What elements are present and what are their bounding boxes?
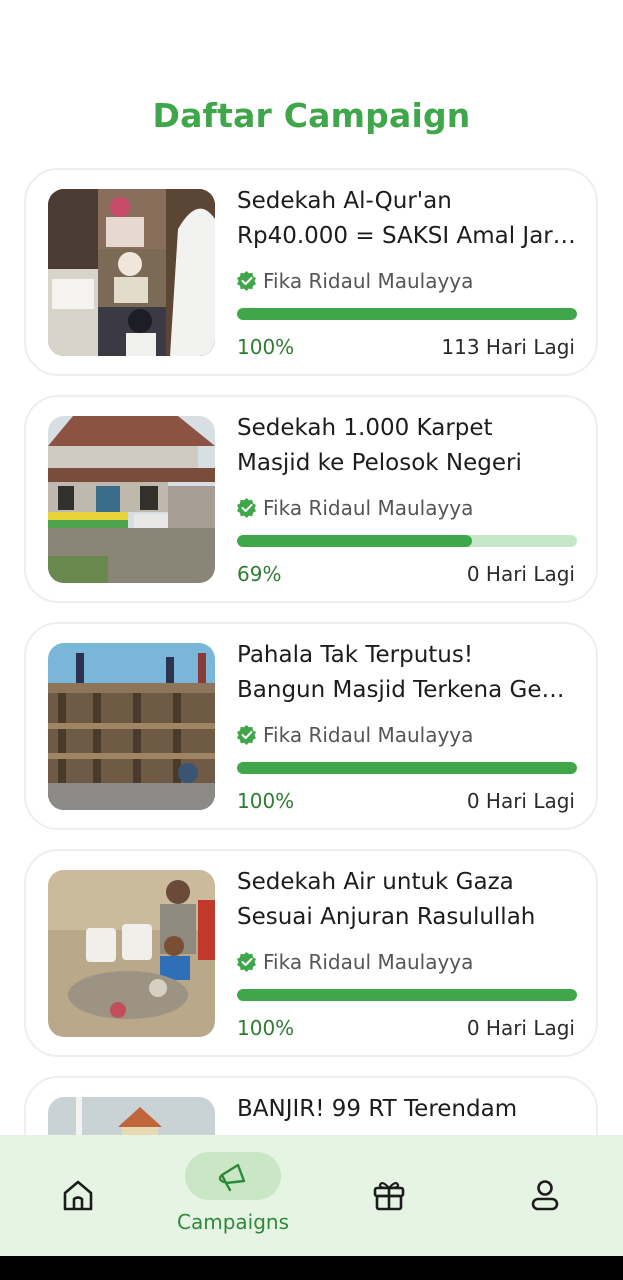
progress-bar [237, 535, 577, 547]
campaign-image [48, 189, 215, 356]
campaign-title-line2: Sesuai Anjuran Rasulullah [237, 904, 536, 930]
nav-donations[interactable] [350, 1135, 428, 1256]
campaign-image [48, 870, 215, 1037]
organizer-row: Fika Ridaul Maulayya [237, 721, 473, 749]
campaign-card[interactable]: Sedekah 1.000 Karpet Masjid ke Pelosok N… [24, 395, 598, 603]
progress-percent: 69% [237, 562, 282, 586]
days-left: 0 Hari Lagi [466, 562, 575, 586]
campaign-title-line1: Sedekah Air untuk Gaza [237, 869, 514, 895]
progress-percent: 100% [237, 335, 295, 359]
campaign-title-line1: Sedekah 1.000 Karpet [237, 415, 493, 441]
organizer-row: Fika Ridaul Maulayya [237, 948, 473, 976]
nav-home[interactable] [40, 1135, 116, 1256]
bottom-navigation: Campaigns [0, 1135, 623, 1256]
progress-fill [237, 762, 577, 774]
progress-bar [237, 308, 577, 320]
home-icon [63, 1180, 93, 1211]
progress-fill [237, 535, 472, 547]
campaign-title-line1: BANJIR! 99 RT Terendam [237, 1096, 518, 1122]
progress-fill [237, 308, 577, 320]
campaign-image [48, 643, 215, 810]
campaign-card[interactable]: Sedekah Al-Qur'an Rp40.000 = SAKSI Amal … [24, 168, 598, 376]
campaign-image [48, 416, 215, 583]
progress-bar [237, 989, 577, 1001]
organizer-name: Fika Ridaul Maulayya [263, 496, 474, 520]
campaign-card[interactable]: Sedekah Air untuk Gaza Sesuai Anjuran Ra… [24, 849, 598, 1057]
campaign-title: Sedekah Air untuk Gaza Sesuai Anjuran Ra… [237, 865, 577, 935]
campaign-title-line2: Bangun Masjid Terkena Gempa [237, 677, 577, 703]
organizer-name: Fika Ridaul Maulayya [263, 269, 474, 293]
verified-badge-icon [237, 952, 256, 972]
verified-badge-icon [237, 271, 256, 291]
campaign-card[interactable]: Pahala Tak Terputus! Bangun Masjid Terke… [24, 622, 598, 830]
gift-icon [373, 1181, 405, 1211]
campaign-title-line1: Sedekah Al-Qur'an [237, 188, 452, 214]
progress-percent: 100% [237, 1016, 295, 1040]
campaign-title-line1: Pahala Tak Terputus! [237, 642, 474, 668]
nav-campaigns-label: Campaigns [176, 1210, 289, 1234]
days-left: 0 Hari Lagi [466, 789, 575, 813]
days-left: 113 Hari Lagi [441, 335, 575, 359]
nav-profile[interactable] [506, 1135, 584, 1256]
organizer-row: Fika Ridaul Maulayya [237, 494, 473, 522]
progress-fill [237, 989, 577, 1001]
user-icon [531, 1180, 559, 1211]
organizer-name: Fika Ridaul Maulayya [263, 723, 474, 747]
campaign-title: Sedekah Al-Qur'an Rp40.000 = SAKSI Amal … [237, 184, 577, 254]
campaign-title: BANJIR! 99 RT Terendam [237, 1092, 577, 1127]
organizer-name: Fika Ridaul Maulayya [263, 950, 474, 974]
progress-percent: 100% [237, 789, 295, 813]
organizer-row: Fika Ridaul Maulayya [237, 267, 473, 295]
campaign-title-line2: Rp40.000 = SAKSI Amal Jariyah [237, 223, 577, 249]
campaign-title: Sedekah 1.000 Karpet Masjid ke Pelosok N… [237, 411, 577, 481]
campaign-title-line2: Masjid ke Pelosok Negeri [237, 450, 522, 476]
system-navigation-bar [0, 1256, 623, 1280]
page-title: Daftar Campaign [152, 96, 471, 135]
progress-bar [237, 762, 577, 774]
days-left: 0 Hari Lagi [466, 1016, 575, 1040]
verified-badge-icon [237, 498, 256, 518]
megaphone-icon [218, 1163, 246, 1192]
campaign-title: Pahala Tak Terputus! Bangun Masjid Terke… [237, 638, 577, 708]
verified-badge-icon [237, 725, 256, 745]
nav-campaigns[interactable]: Campaigns [150, 1135, 316, 1256]
